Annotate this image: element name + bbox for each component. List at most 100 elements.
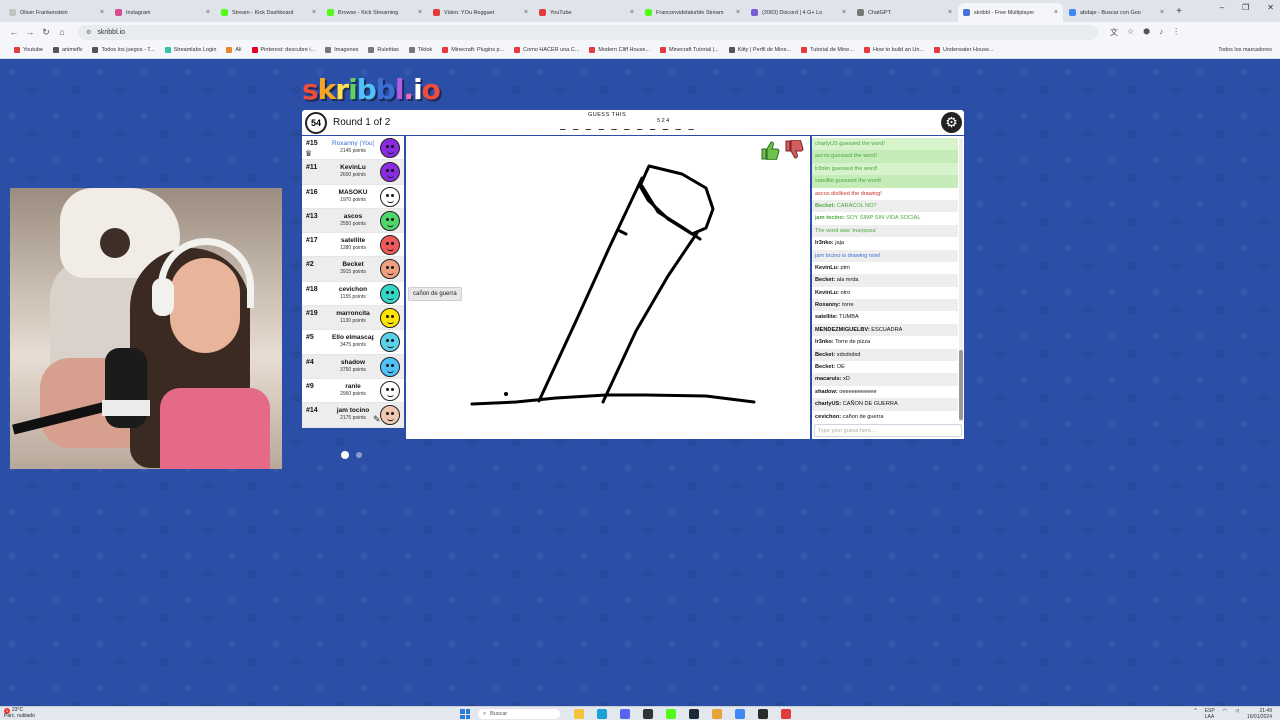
address-bar[interactable]: ⚙ skribbl.io <box>78 24 1098 40</box>
back-icon[interactable]: ← <box>6 27 22 37</box>
start-icon[interactable] <box>460 709 470 719</box>
close-icon[interactable]: × <box>100 9 104 16</box>
bookmark-item[interactable]: Modern Cliff House... <box>589 47 650 53</box>
wifi-icon[interactable]: ◠ <box>1223 708 1227 720</box>
bookmark-item[interactable]: Tiktok <box>408 47 432 53</box>
maximize-icon[interactable]: ❐ <box>1242 3 1249 12</box>
player-row[interactable]: #18 cevichon 1155 points <box>302 282 404 307</box>
bookmark-item[interactable]: Underwater House... <box>934 47 993 53</box>
bookmark-item[interactable]: Kitty | Perfil de Mine... <box>728 47 791 53</box>
all-bookmarks[interactable]: Todos los marcadores <box>1218 47 1272 53</box>
close-icon[interactable]: × <box>630 9 634 16</box>
bookmark-item[interactable]: Pinterest: descubre i... <box>251 47 315 53</box>
player-avatar <box>380 332 400 353</box>
bookmark-item[interactable]: Tutorial de Mine... <box>801 47 854 53</box>
thumbs-down-icon[interactable] <box>784 139 804 160</box>
gear-icon[interactable]: ⚙ <box>941 112 962 133</box>
close-icon[interactable]: × <box>736 9 740 16</box>
chrome-icon[interactable] <box>712 709 722 719</box>
close-icon[interactable]: × <box>1054 9 1058 16</box>
player-row[interactable]: #17 satellite 1380 points <box>302 233 404 258</box>
bookmark-item[interactable]: animeflv <box>53 47 82 53</box>
capture-icon[interactable] <box>758 709 768 719</box>
browser-tab[interactable]: Browse - Kick Streaming × <box>322 3 427 22</box>
avatar-mouth <box>387 272 394 276</box>
chat-message: lr3nko: jaja <box>812 237 958 249</box>
player-row[interactable]: #13 ascos 2550 points <box>302 208 404 234</box>
browser-tab[interactable]: Stream - Kick Dashboard × <box>216 3 321 22</box>
roblox-icon[interactable] <box>781 709 791 719</box>
close-icon[interactable]: × <box>312 9 316 16</box>
close-icon[interactable]: × <box>948 9 952 16</box>
reload-icon[interactable]: ↻ <box>38 27 54 38</box>
translate-icon[interactable]: 文 <box>1110 27 1118 38</box>
thumbs-up-icon[interactable] <box>760 140 780 161</box>
player-row[interactable]: #16 MASOKU 1970 points <box>302 185 404 209</box>
browser-tab[interactable]: Video: YOu Reggaet × <box>428 3 533 22</box>
player-row[interactable]: #5 Ello elmascap 3475 points <box>302 330 404 355</box>
discord-icon[interactable] <box>620 709 630 719</box>
close-icon[interactable]: × <box>206 9 210 16</box>
browser-tab[interactable]: Instagram × <box>110 3 215 22</box>
steam-icon[interactable] <box>689 709 699 719</box>
audio-icon[interactable]: ♪ <box>1159 27 1163 38</box>
obs-icon[interactable] <box>643 709 653 719</box>
player-row[interactable]: #19 marroncita 1130 points <box>302 306 404 331</box>
tab-title: skribbl - Free Multiplayer <box>974 9 1035 16</box>
guess-input[interactable] <box>814 424 962 437</box>
taskbar-search[interactable]: ⌕ Buscar <box>478 709 560 719</box>
bookmark-item[interactable]: Imagenes <box>325 47 358 53</box>
edge-icon[interactable] <box>597 709 607 719</box>
close-icon[interactable]: × <box>524 9 528 16</box>
carousel-dot-active[interactable] <box>341 451 349 459</box>
browser-tab[interactable]: Franconvidelaturble Stream × <box>640 3 745 22</box>
guess-label: GUESS THIS <box>588 112 627 118</box>
bookmark-item[interactable]: Todos los juegos - T... <box>92 47 155 53</box>
bookmark-item[interactable]: How to build an Un... <box>863 47 924 53</box>
kick-icon[interactable] <box>666 709 676 719</box>
player-row[interactable]: #15 Roxanny (You) 2145 points ♛ <box>302 136 404 161</box>
bookmark-item[interactable]: Como HACER una C... <box>514 47 579 53</box>
extension-icon[interactable]: ⬢ <box>1143 27 1150 38</box>
player-rank: #11 <box>306 164 318 172</box>
tray-chevron-icon[interactable]: ^ <box>1194 708 1196 720</box>
new-tab-button[interactable]: + <box>1172 5 1186 19</box>
browser-tab[interactable]: Oliver Frankenstein × <box>4 3 109 22</box>
minimize-icon[interactable]: – <box>1220 3 1224 12</box>
close-icon[interactable]: × <box>418 9 422 16</box>
player-row[interactable]: #14 jam tocino 2175 points ✎ <box>302 403 404 428</box>
browser-tab[interactable]: ChatGPT × <box>852 3 957 22</box>
drawing-canvas[interactable] <box>406 136 810 439</box>
browser-tab[interactable]: skribbl - Free Multiplayer × <box>958 3 1063 22</box>
player-row[interactable]: #4 shadow 3750 points <box>302 354 404 379</box>
file-explorer-icon[interactable] <box>574 709 584 719</box>
bookmark-item[interactable]: Minecraft: Plugins p... <box>442 47 504 53</box>
bookmark-item[interactable]: Ali <box>226 47 242 53</box>
player-row[interactable]: #11 KevinLu 2600 points <box>302 160 404 185</box>
close-icon[interactable]: × <box>842 9 846 16</box>
browser-tab[interactable]: (2063) Discord | 4 G+ Lo × <box>746 3 851 22</box>
carousel-dot[interactable] <box>356 452 362 458</box>
bookmark-item[interactable]: Ruletitas <box>368 47 399 53</box>
player-row[interactable]: #2 Becket 3915 points <box>302 257 404 282</box>
chat-scrollbar[interactable] <box>959 138 963 422</box>
site-info-icon[interactable]: ⚙ <box>86 29 91 36</box>
forward-icon[interactable]: → <box>22 27 38 37</box>
close-window-icon[interactable]: ✕ <box>1267 3 1274 12</box>
weather-widget[interactable]: 1 23°C Parc. nublado <box>4 707 35 720</box>
bookmark-item[interactable]: Minecraft Tutorial |... <box>659 47 719 53</box>
menu-icon[interactable]: ⋮ <box>1172 27 1180 38</box>
volume-icon[interactable]: ◁ <box>1235 708 1239 720</box>
bookmark-item[interactable]: Youtube <box>14 47 43 53</box>
bookmark-item[interactable]: Streamlabs Login <box>164 47 216 53</box>
close-icon[interactable]: × <box>1160 9 1164 16</box>
player-rank: #13 <box>306 212 318 220</box>
browser-tab[interactable]: abdaje - Buscar con Goo × <box>1064 3 1169 22</box>
bookmark-star-icon[interactable]: ☆ <box>1127 27 1134 38</box>
player-row[interactable]: #9 ranle 2960 points <box>302 379 404 404</box>
mail-icon[interactable] <box>735 709 745 719</box>
player-points: 2550 points <box>340 220 366 227</box>
home-icon[interactable]: ⌂ <box>54 27 70 37</box>
player-points: 2175 points <box>340 415 366 422</box>
browser-tab[interactable]: YouTube × <box>534 3 639 22</box>
